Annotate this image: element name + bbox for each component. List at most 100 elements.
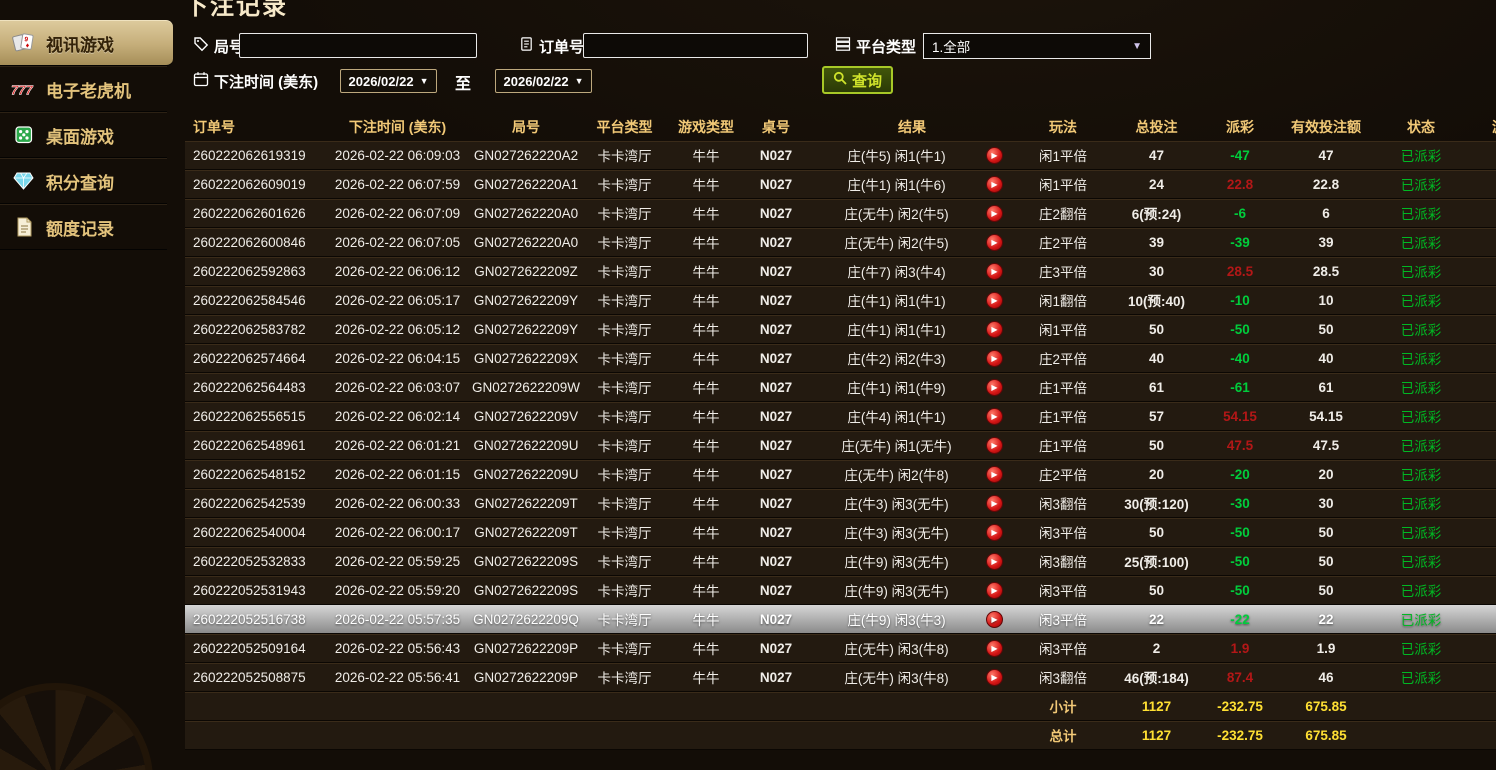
play-video-icon[interactable]: ▶ [986, 379, 1003, 396]
sidebar-item-points-query[interactable]: 积分查询 [0, 158, 167, 204]
column-header: 有效投注额 [1276, 117, 1376, 137]
doc-icon [10, 215, 37, 239]
cell-payout: -61 [1204, 380, 1276, 395]
cell-payout: -50 [1204, 525, 1276, 540]
cell-status: 已派彩 [1376, 261, 1466, 281]
cell-payout: -50 [1204, 322, 1276, 337]
subtotal-row-valid-bet: 675.85 [1276, 699, 1376, 714]
cell-total-bet: 50 [1109, 322, 1204, 337]
round-number-input[interactable] [239, 33, 477, 58]
table-row[interactable]: 2602220525088752026-02-22 05:56:41GN0272… [185, 663, 1496, 692]
play-video-icon[interactable]: ▶ [986, 437, 1003, 454]
sidebar-item-label: 视讯游戏 [46, 31, 114, 56]
play-video-icon[interactable]: ▶ [986, 408, 1003, 425]
play-video-icon[interactable]: ▶ [986, 582, 1003, 599]
chevron-down-icon: ▼ [575, 76, 584, 86]
play-video-icon[interactable]: ▶ [986, 234, 1003, 251]
table-row[interactable]: 2602220625928632026-02-22 06:06:12GN0272… [185, 257, 1496, 286]
table-row[interactable]: 2602220625481522026-02-22 06:01:15GN0272… [185, 460, 1496, 489]
query-button[interactable]: 查询 [822, 66, 893, 94]
sidebar-item-table-games[interactable]: 桌面游戏 [0, 112, 167, 158]
cell-platform-type: 卡卡湾厅 [582, 464, 667, 484]
cell-payout: 87.4 [1204, 670, 1276, 685]
table-row[interactable]: 2602220626016262026-02-22 06:07:09GN0272… [185, 199, 1496, 228]
play-video-icon[interactable]: ▶ [986, 350, 1003, 367]
table-row[interactable]: 2602220525167382026-02-22 05:57:35GN0272… [185, 605, 1496, 634]
platform-type-select[interactable]: 1.全部 ▼ [923, 33, 1151, 59]
result-text: 庄(牛4) 闲1(牛1) [807, 406, 986, 426]
table-row[interactable]: 2602220625837822026-02-22 06:05:12GN0272… [185, 315, 1496, 344]
column-header: 平台类型 [582, 117, 667, 137]
cell-platform-type: 卡卡湾厅 [582, 522, 667, 542]
cell-round-number: GN027262220A0 [470, 235, 582, 250]
cell-bet-time: 2026-02-22 06:00:17 [325, 525, 470, 540]
sidebar-item-video-games[interactable]: 9♦视讯游戏 [0, 20, 173, 66]
cell-round-number: GN0272622209S [470, 583, 582, 598]
cell-round-number: GN0272622209W [470, 380, 582, 395]
table-row[interactable]: 2602220625425392026-02-22 06:00:33GN0272… [185, 489, 1496, 518]
cell-bet-time: 2026-02-22 05:59:20 [325, 583, 470, 598]
cell-game-type: 牛牛 [667, 551, 745, 571]
cell-payout: -50 [1204, 554, 1276, 569]
cell-bet-time: 2026-02-22 06:09:03 [325, 148, 470, 163]
play-video-icon[interactable]: ▶ [986, 611, 1003, 628]
cell-game-type: 牛牛 [667, 667, 745, 687]
table-row[interactable]: 2602220525319432026-02-22 05:59:20GN0272… [185, 576, 1496, 605]
play-video-icon[interactable]: ▶ [986, 466, 1003, 483]
cell-order-number: 260222062564483 [185, 380, 325, 395]
table-row[interactable]: 2602220625845462026-02-22 06:05:17GN0272… [185, 286, 1496, 315]
cell-payout: -30 [1204, 496, 1276, 511]
play-video-icon[interactable]: ▶ [986, 524, 1003, 541]
result-text: 庄(牛5) 闲1(牛1) [807, 145, 986, 165]
cell-status: 已派彩 [1376, 406, 1466, 426]
cell-play-type: 闲3平倍 [1017, 580, 1109, 600]
sidebar-item-quota-records[interactable]: 额度记录 [0, 204, 167, 250]
cell-result: 庄(牛1) 闲1(牛6)▶ [807, 174, 1017, 194]
play-video-icon[interactable]: ▶ [986, 176, 1003, 193]
cell-table-number: N027 [745, 496, 807, 511]
play-video-icon[interactable]: ▶ [986, 640, 1003, 657]
play-video-icon[interactable]: ▶ [986, 147, 1003, 164]
play-video-icon[interactable]: ▶ [986, 321, 1003, 338]
cell-round-number: GN0272622209T [470, 496, 582, 511]
date-to-select[interactable]: 2026/02/22 ▼ [495, 69, 592, 93]
cell-valid-bet: 50 [1276, 525, 1376, 540]
cell-round-number: GN0272622209Y [470, 322, 582, 337]
table-row[interactable]: 2602220625644832026-02-22 06:03:07GN0272… [185, 373, 1496, 402]
table-row[interactable]: 2602220625565152026-02-22 06:02:14GN0272… [185, 402, 1496, 431]
order-number-input[interactable] [583, 33, 808, 58]
result-text: 庄(牛9) 闲3(牛3) [807, 609, 986, 629]
sidebar-item-label: 电子老虎机 [46, 77, 131, 102]
play-video-icon[interactable]: ▶ [986, 292, 1003, 309]
table-row[interactable]: 2602220626008462026-02-22 06:07:05GN0272… [185, 228, 1496, 257]
cell-bet-time: 2026-02-22 06:01:15 [325, 467, 470, 482]
play-video-icon[interactable]: ▶ [986, 205, 1003, 222]
cell-platform-type: 卡卡湾厅 [582, 145, 667, 165]
play-video-icon[interactable]: ▶ [986, 669, 1003, 686]
play-video-icon[interactable]: ▶ [986, 495, 1003, 512]
table-row[interactable]: 2602220625400042026-02-22 06:00:17GN0272… [185, 518, 1496, 547]
total-row-valid-bet: 675.85 [1276, 728, 1376, 743]
table-row[interactable]: 2602220625746642026-02-22 06:04:15GN0272… [185, 344, 1496, 373]
play-video-icon[interactable]: ▶ [986, 263, 1003, 280]
cell-total-bet: 30 [1109, 264, 1204, 279]
table-row[interactable]: 2602220626193192026-02-22 06:09:03GN0272… [185, 141, 1496, 170]
table-row[interactable]: 2602220525328332026-02-22 05:59:25GN0272… [185, 547, 1496, 576]
cell-round-number: GN027262220A2 [470, 148, 582, 163]
cell-game-type: 牛牛 [667, 261, 745, 281]
cell-total-bet: 57 [1109, 409, 1204, 424]
cell-payout: -20 [1204, 467, 1276, 482]
cell-play-type: 庄2平倍 [1017, 232, 1109, 252]
cell-bet-time: 2026-02-22 05:59:25 [325, 554, 470, 569]
table-row[interactable]: 2602220625489612026-02-22 06:01:21GN0272… [185, 431, 1496, 460]
play-video-icon[interactable]: ▶ [986, 553, 1003, 570]
table-row[interactable]: 2602220626090192026-02-22 06:07:59GN0272… [185, 170, 1496, 199]
date-from-select[interactable]: 2026/02/22 ▼ [340, 69, 437, 93]
cell-game-type: 牛牛 [667, 406, 745, 426]
cell-total-bet: 24 [1109, 177, 1204, 192]
table-row[interactable]: 2602220525091642026-02-22 05:56:43GN0272… [185, 634, 1496, 663]
cell-bet-time: 2026-02-22 06:03:07 [325, 380, 470, 395]
cell-total-bet: 10(预:40) [1109, 290, 1204, 310]
sidebar-item-slot-machines[interactable]: 777电子老虎机 [0, 66, 167, 112]
search-icon [833, 71, 847, 89]
